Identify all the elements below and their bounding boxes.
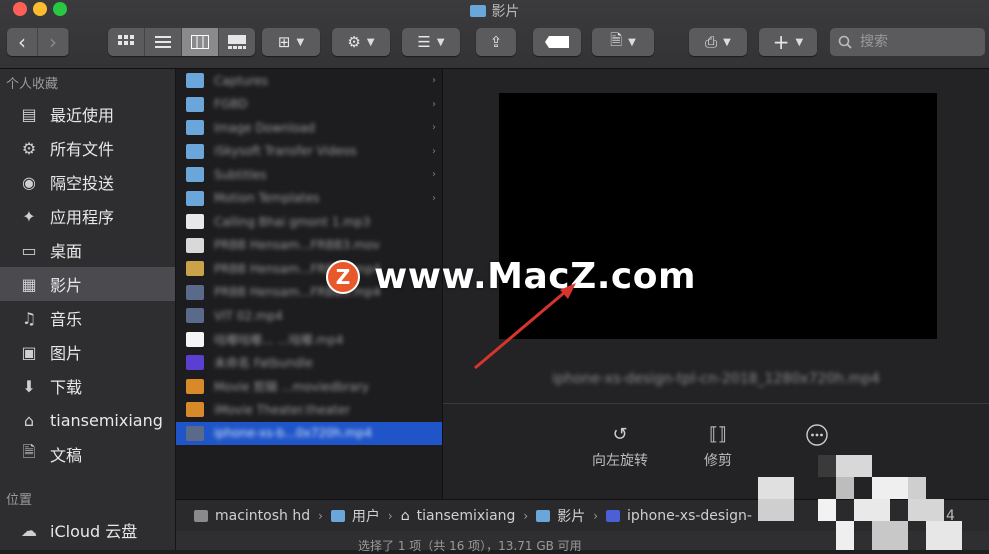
pixelated-mosaic <box>758 455 989 550</box>
